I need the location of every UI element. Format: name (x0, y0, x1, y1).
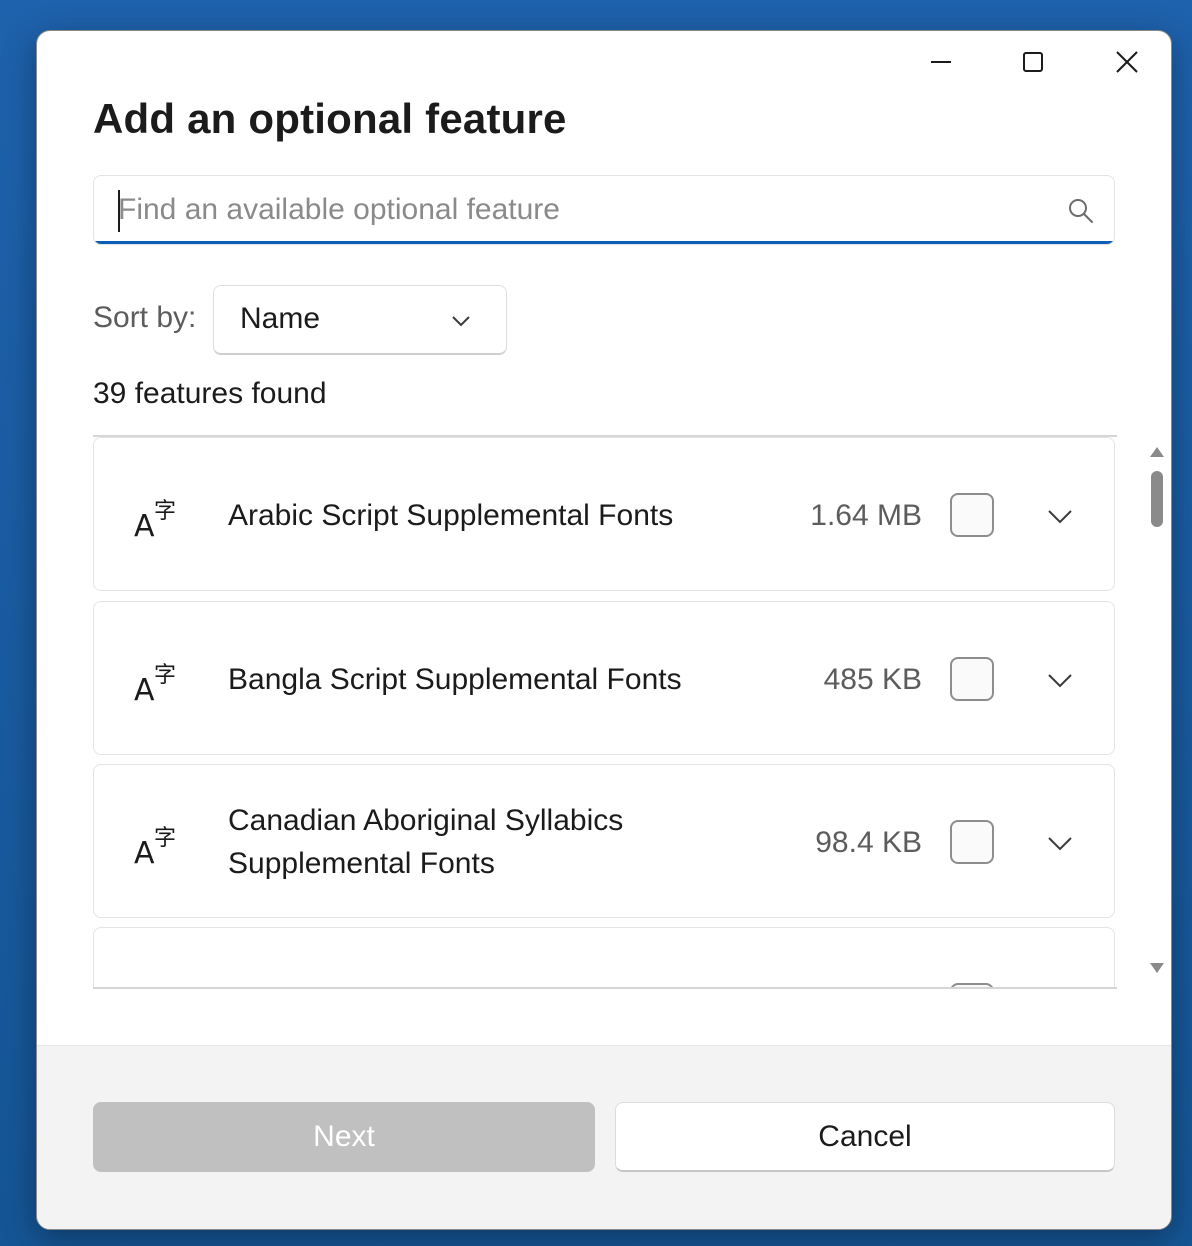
sort-selected-value: Name (240, 302, 321, 335)
list-item[interactable]: A 字 Arabic Script Supplemental Fonts 1.6… (93, 437, 1115, 591)
chevron-down-icon[interactable] (1046, 829, 1074, 857)
cancel-button[interactable]: Cancel (615, 1102, 1115, 1172)
font-language-icon: A 字 (134, 984, 184, 989)
feature-checkbox[interactable] (950, 493, 994, 537)
feature-name: Arabic Script Supplemental Fonts (228, 499, 674, 532)
feature-size: 98.4 KB (815, 826, 922, 859)
search-icon[interactable] (1066, 196, 1096, 226)
feature-checkbox[interactable] (950, 820, 994, 864)
minimize-icon (931, 61, 951, 63)
scroll-down-arrow-icon[interactable] (1149, 961, 1165, 975)
maximize-icon (1023, 52, 1043, 72)
svg-text:字: 字 (154, 826, 176, 851)
svg-text:A: A (134, 836, 155, 867)
feature-name: Bangla Script Supplemental Fonts (228, 663, 682, 696)
search-input[interactable] (118, 186, 1038, 234)
svg-text:字: 字 (154, 499, 176, 524)
feature-checkbox[interactable] (950, 983, 994, 987)
font-language-icon: A 字 (134, 663, 176, 704)
optional-feature-dialog: Add an optional feature Sort by: Name 39… (36, 30, 1172, 1230)
chevron-down-icon[interactable] (1046, 666, 1074, 694)
scroll-thumb[interactable] (1151, 471, 1163, 527)
search-box[interactable] (93, 175, 1115, 245)
close-icon (1116, 51, 1138, 73)
svg-text:A: A (134, 673, 155, 704)
results-count: 39 features found (93, 377, 327, 410)
chevron-down-icon[interactable] (1046, 502, 1074, 530)
minimize-button[interactable] (911, 39, 971, 85)
sort-dropdown[interactable]: Name (213, 285, 507, 355)
font-language-icon: A 字 (134, 826, 176, 867)
dialog-title: Add an optional feature (93, 95, 567, 142)
text-caret (118, 190, 120, 232)
feature-list[interactable]: A 字 Arabic Script Supplemental Fonts 1.6… (93, 435, 1117, 989)
list-scrollbar[interactable] (1145, 441, 1169, 987)
svg-text:A: A (134, 509, 155, 540)
list-item[interactable]: A 字 Canadian Aboriginal Syllabics Supple… (93, 764, 1115, 918)
maximize-button[interactable] (1003, 39, 1063, 85)
dialog-footer: Next Cancel (37, 1045, 1171, 1229)
feature-size: 1.64 MB (810, 499, 922, 532)
sort-label: Sort by: (93, 301, 197, 334)
feature-name: Canadian Aboriginal Syllabics Supplement… (228, 804, 624, 880)
svg-text:字: 字 (154, 663, 176, 688)
next-button[interactable]: Next (93, 1102, 595, 1172)
feature-size: 485 KB (823, 663, 922, 696)
list-item[interactable]: A 字 (93, 927, 1115, 989)
font-language-icon: A 字 (134, 499, 176, 540)
feature-checkbox[interactable] (950, 657, 994, 701)
close-button[interactable] (1097, 39, 1157, 85)
scroll-up-arrow-icon[interactable] (1149, 445, 1165, 459)
list-item[interactable]: A 字 Bangla Script Supplemental Fonts 485… (93, 601, 1115, 755)
chevron-down-icon (452, 316, 470, 327)
